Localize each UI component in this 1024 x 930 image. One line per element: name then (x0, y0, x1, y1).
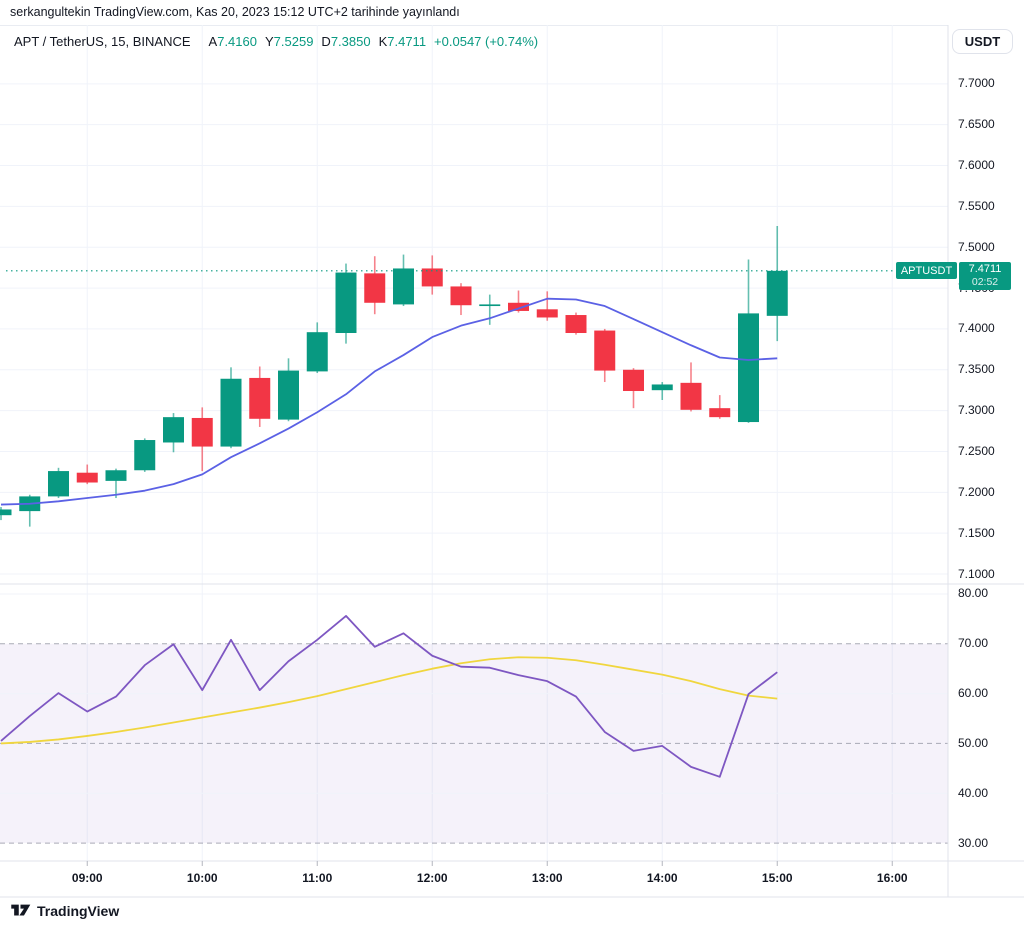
symbol-title[interactable]: APT / TetherUS, 15, BINANCE (14, 34, 191, 49)
time-axis[interactable] (0, 861, 948, 897)
last-price-value: 7.4711 (963, 263, 1007, 276)
high-value: 7.5259 (274, 34, 314, 49)
low-key: D (321, 34, 330, 49)
close-key: K (379, 34, 388, 49)
high-key: Y (265, 34, 274, 49)
price-pane[interactable] (0, 25, 948, 584)
bar-countdown: 02:52 (963, 276, 1007, 289)
price-axis[interactable] (948, 25, 1024, 861)
tradingview-published-chart: serkangultekin TradingView.com, Kas 20, … (0, 0, 1024, 930)
low-value: 7.3850 (331, 34, 371, 49)
last-price-badge: 7.4711 02:52 (959, 262, 1011, 290)
symbol-legend[interactable]: APT / TetherUS, 15, BINANCE A7.4160 Y7.525… (14, 34, 538, 49)
tradingview-attribution[interactable]: TradingView (10, 903, 119, 919)
rsi-pane[interactable] (0, 584, 948, 861)
last-price-symbol-badge: APTUSDT (896, 262, 957, 279)
open-key: A (209, 34, 218, 49)
close-value: 7.4711 (387, 34, 426, 49)
tradingview-logo-icon (10, 904, 31, 919)
open-value: 7.4160 (217, 34, 257, 49)
change-value: +0.0547 (+0.74%) (434, 34, 538, 49)
currency-toggle-button[interactable]: USDT (952, 29, 1013, 54)
tradingview-brand-text: TradingView (37, 903, 119, 919)
